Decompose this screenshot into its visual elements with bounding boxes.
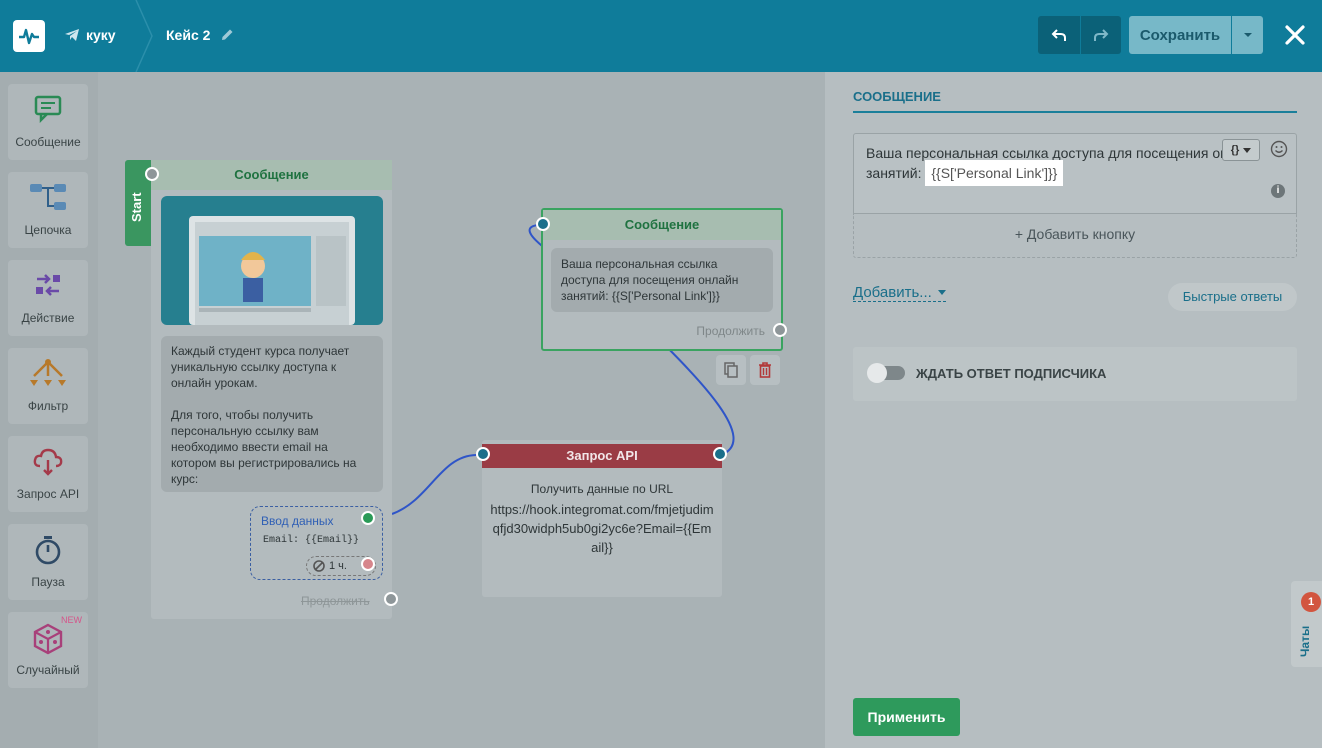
wait-reply-toggle[interactable] xyxy=(867,363,905,383)
continue-label: Продолжить xyxy=(301,594,370,608)
quick-replies-button[interactable]: Быстрые ответы xyxy=(1168,283,1297,311)
timeout-value: 1 ч. xyxy=(329,560,347,572)
apply-button[interactable]: Применить xyxy=(853,698,960,736)
node2-continue-port[interactable] xyxy=(773,323,787,337)
node-title: Сообщение xyxy=(543,210,781,240)
add-menu-label: Добавить... xyxy=(853,284,932,301)
node-title: Сообщение xyxy=(151,160,392,190)
emoji-icon[interactable] xyxy=(1270,140,1288,158)
copy-icon xyxy=(724,362,738,378)
node2-input-port[interactable] xyxy=(536,217,550,231)
panel-title: СООБЩЕНИЕ xyxy=(853,89,941,104)
node-title: Запрос API xyxy=(482,444,722,468)
add-menu-dropdown[interactable]: Добавить... xyxy=(853,284,946,302)
api-input-port[interactable] xyxy=(476,447,490,461)
api-output-port[interactable] xyxy=(713,447,727,461)
continue-label: Продолжить xyxy=(696,324,765,338)
message-editor-panel: СООБЩЕНИЕ Ваша персональная ссылка досту… xyxy=(825,72,1322,748)
message-node-1[interactable]: Сообщение Каждый студент курса получает … xyxy=(151,160,392,619)
chats-label: Чаты xyxy=(1298,625,1312,657)
no-entry-icon xyxy=(313,560,325,572)
delete-node-button[interactable] xyxy=(750,355,780,385)
node-text-paragraph: Для того, чтобы получить персональную сс… xyxy=(171,408,357,486)
node-text-bubble: Ваша персональная ссылка доступа для пос… xyxy=(551,248,773,312)
node1-input-port[interactable] xyxy=(145,167,159,181)
request-url: https://hook.integromat.com/fmjetjudimqf… xyxy=(490,502,714,555)
data-input-label: Ввод данных xyxy=(261,514,334,528)
data-input-variable: Email: {{Email}} xyxy=(263,535,360,546)
variable-highlight: {{S['Personal Link']}} xyxy=(925,160,1064,186)
chats-tab[interactable]: 1 Чаты xyxy=(1291,581,1322,667)
insert-variable-button[interactable]: {} xyxy=(1222,139,1260,161)
panel-title-underline xyxy=(853,111,1297,113)
braces-icon: {} xyxy=(1230,144,1240,156)
copy-node-button[interactable] xyxy=(716,355,746,385)
node-subtitle: Получить данные по URL xyxy=(530,482,674,496)
timeout-output-port[interactable] xyxy=(361,557,375,571)
api-request-node[interactable]: Запрос API Получить данные по URL https:… xyxy=(482,440,722,597)
chevron-down-icon xyxy=(937,290,946,295)
node-image xyxy=(161,196,383,325)
trash-icon xyxy=(759,362,771,378)
node1-continue-port[interactable] xyxy=(384,592,398,606)
node-text-paragraph: Каждый студент курса получает уникальную… xyxy=(171,344,350,390)
wait-reply-setting: ЖДАТЬ ОТВЕТ ПОДПИСЧИКА xyxy=(853,347,1297,401)
data-input-output-port[interactable] xyxy=(361,511,375,525)
add-button-button[interactable]: + Добавить кнопку xyxy=(853,214,1297,258)
info-icon[interactable]: i xyxy=(1271,184,1285,198)
wait-reply-label: ЖДАТЬ ОТВЕТ ПОДПИСЧИКА xyxy=(916,366,1107,381)
chevron-down-icon xyxy=(1243,147,1252,153)
node-text-bubble: Каждый студент курса получает уникальную… xyxy=(161,336,383,492)
message-text-input[interactable]: Ваша персональная ссылка доступа для пос… xyxy=(853,133,1297,214)
chats-count-badge: 1 xyxy=(1301,592,1321,612)
message-node-2[interactable]: Сообщение Ваша персональная ссылка досту… xyxy=(541,208,783,351)
